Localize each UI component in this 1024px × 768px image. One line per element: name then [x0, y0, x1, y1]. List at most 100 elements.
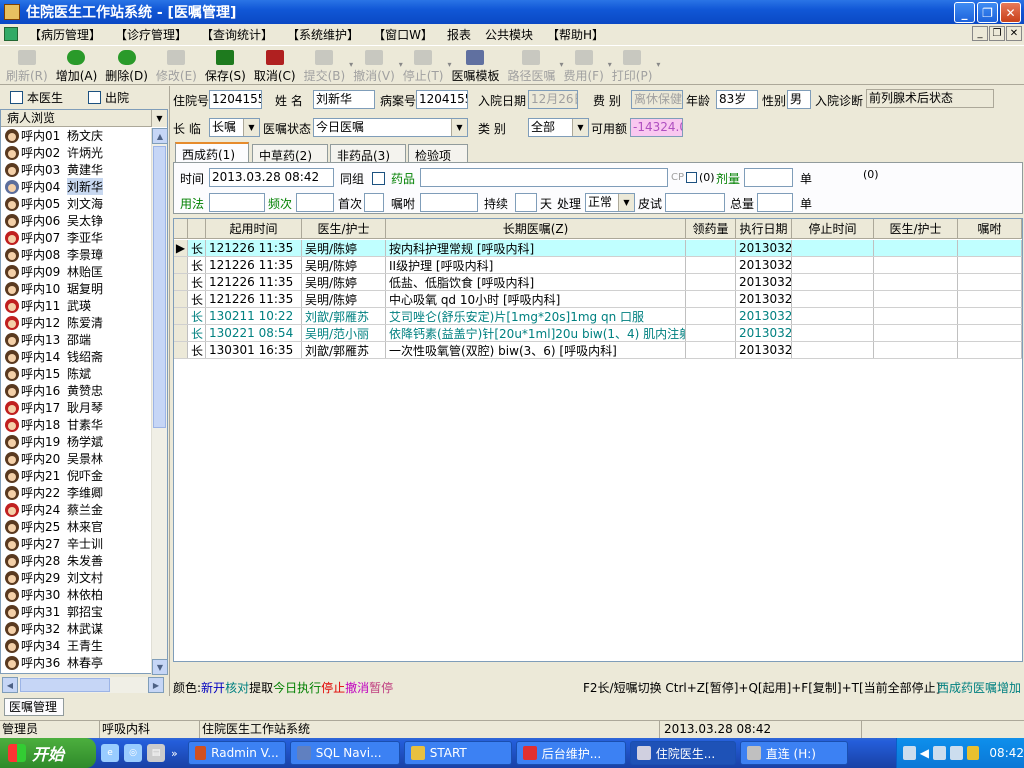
patient-list-vscroll[interactable]: ▲ ▼: [151, 128, 168, 675]
toolbar-button-delete[interactable]: 删除(D): [101, 46, 152, 84]
display-icon[interactable]: [949, 746, 963, 760]
patient-list-item[interactable]: 呼内36 林春亭: [1, 654, 167, 671]
age-field[interactable]: 83岁: [716, 90, 758, 109]
start-button[interactable]: 开始: [0, 738, 96, 768]
grid-column-header[interactable]: [1022, 219, 1023, 238]
scroll-right-icon[interactable]: ▶: [148, 677, 164, 693]
restore-button[interactable]: ❐: [977, 2, 998, 23]
tab-non-drug[interactable]: 非药品(3): [330, 144, 406, 163]
patient-list-item[interactable]: 呼内01 杨文庆: [1, 127, 167, 144]
instruction-field[interactable]: [420, 193, 478, 212]
patient-list-item[interactable]: 呼内06 吴太铮: [1, 212, 167, 229]
tab-western-medicine[interactable]: 西成药(1): [175, 142, 249, 163]
toolbar-button-path[interactable]: 路径医嘱 ▾: [503, 46, 564, 84]
tab-herbal-medicine[interactable]: 中草药(2): [252, 144, 328, 163]
patient-list-item[interactable]: 呼内24 蔡兰金: [1, 501, 167, 518]
grid-column-header[interactable]: [188, 219, 206, 238]
document-icon[interactable]: ▤: [147, 744, 165, 762]
mdi-minimize-button[interactable]: _: [972, 26, 988, 41]
scroll-thumb[interactable]: [20, 678, 110, 692]
handle-select[interactable]: 正常: [585, 193, 635, 212]
tab-order-management[interactable]: 医嘱管理: [4, 698, 64, 716]
patient-list-item[interactable]: 呼内19 杨学斌: [1, 433, 167, 450]
grid-row[interactable]: 长 130211 10:22 刘歆/郭雁苏 艾司唑仑(舒乐安定)片[1mg*20s]1…: [174, 308, 1022, 325]
toolbar-button-cancel[interactable]: 取消(C): [250, 46, 300, 84]
group-checkbox[interactable]: [372, 172, 385, 185]
name-field[interactable]: 刘新华: [313, 90, 375, 109]
toolbar-button-edit[interactable]: 修改(E): [152, 46, 201, 84]
patient-list-item[interactable]: 呼内13 邵端: [1, 331, 167, 348]
patient-list-item[interactable]: 呼内05 刘文海: [1, 195, 167, 212]
taskbar-task[interactable]: 后台维护...: [515, 741, 626, 765]
patient-list-item[interactable]: 呼内20 吴景林: [1, 450, 167, 467]
grid-row[interactable]: 长 130221 08:54 吴明/范小丽 依降钙素(益盖宁)针[20u*1ml]20…: [174, 325, 1022, 342]
minimize-button[interactable]: _: [954, 2, 975, 23]
patient-list-item[interactable]: 呼内32 林武谋: [1, 620, 167, 637]
menu-medical-record[interactable]: 【病历管理】: [22, 26, 108, 43]
menu-system[interactable]: 【系统维护】: [280, 26, 366, 43]
patient-list-item[interactable]: 呼内02 许炳光: [1, 144, 167, 161]
first-dose-field[interactable]: [364, 193, 384, 212]
row-selector[interactable]: [174, 257, 188, 273]
total-field[interactable]: [757, 193, 793, 212]
grid-column-header[interactable]: 医生/护士: [302, 219, 386, 238]
chevron-icon[interactable]: »: [171, 747, 178, 760]
row-selector[interactable]: [174, 325, 188, 341]
menu-treatment[interactable]: 【诊疗管理】: [108, 26, 194, 43]
frequency-field[interactable]: [296, 193, 334, 212]
patient-list-item[interactable]: 呼内15 陈斌: [1, 365, 167, 382]
grid-column-header[interactable]: 嘱咐: [958, 219, 1022, 238]
patient-list-item[interactable]: 呼内25 林来官: [1, 518, 167, 535]
dropdown-arrow-icon[interactable]: ▾: [656, 60, 660, 69]
grid-column-header[interactable]: 起用时间: [206, 219, 302, 238]
menu-report[interactable]: 报表: [440, 26, 478, 43]
scroll-right-icon[interactable]: ▶: [1008, 661, 1023, 662]
patient-list-item[interactable]: 呼内28 朱发善: [1, 552, 167, 569]
patient-list-item[interactable]: 呼内22 李维卿: [1, 484, 167, 501]
row-selector[interactable]: [174, 342, 188, 358]
grid-row[interactable]: ▶ 长 121226 11:35 吴明/陈婷 按内科护理常规 [呼吸内科] 2013032…: [174, 240, 1022, 257]
time-field[interactable]: 2013.03.28 08:42: [209, 168, 334, 187]
toolbar-button-stop[interactable]: 停止(T) ▾: [399, 46, 451, 84]
taskbar-task[interactable]: Radmin V...: [187, 741, 286, 765]
explorer-icon[interactable]: ◎: [124, 744, 142, 762]
order-kind-select[interactable]: 长嘱: [209, 118, 260, 137]
patient-list-item[interactable]: 呼内08 李景璋: [1, 246, 167, 263]
toolbar-button-submit[interactable]: 提交(B) ▾: [300, 46, 353, 84]
patient-list-item[interactable]: 呼内27 辛士训: [1, 535, 167, 552]
patient-list-hscroll[interactable]: ◀ ▶: [2, 677, 164, 693]
toolbar-button-template[interactable]: 医嘱模板: [447, 46, 503, 84]
only-my-patients-checkbox[interactable]: 本医生: [10, 89, 63, 106]
record-no-field[interactable]: 1204155: [416, 90, 468, 109]
grid-column-header[interactable]: [174, 219, 188, 238]
patient-list[interactable]: 病人浏览 呼内01 杨文庆呼内02 许炳光呼内03 黄建华呼内04 刘新华呼内05 刘文海…: [0, 109, 168, 675]
patient-list-item[interactable]: 呼内31 郭招宝: [1, 603, 167, 620]
taskbar-task[interactable]: 住院医生...: [629, 741, 736, 765]
toolbar-button-add[interactable]: 增加(A): [52, 46, 102, 84]
patient-list-item[interactable]: 呼内07 李亚华: [1, 229, 167, 246]
patient-list-item[interactable]: 呼内29 刘文村: [1, 569, 167, 586]
grid-hscroll[interactable]: ◀ ▶: [174, 661, 1023, 662]
grid-row[interactable]: 长121226 11:35吴明/陈婷II级护理 [呼吸内科] 20130327 12…: [174, 257, 1022, 274]
patient-list-item[interactable]: 呼内21 倪吓金: [1, 467, 167, 484]
grid-column-header[interactable]: 停止时间: [792, 219, 874, 238]
category-select[interactable]: 全部: [528, 118, 589, 137]
menu-public[interactable]: 公共模块: [478, 26, 540, 43]
patient-list-item[interactable]: 呼内30 林依柏: [1, 586, 167, 603]
keyboard-icon[interactable]: [903, 746, 916, 760]
skin-test-field[interactable]: [665, 193, 725, 212]
menu-query[interactable]: 【查询统计】: [194, 26, 280, 43]
mdi-restore-button[interactable]: ❐: [989, 26, 1005, 41]
taskbar-task[interactable]: 直连 (H:): [739, 741, 848, 765]
drug-field[interactable]: [420, 168, 668, 187]
menu-help[interactable]: 【帮助H】: [540, 26, 611, 43]
row-selector[interactable]: [174, 274, 188, 290]
toolbar-button-print[interactable]: 打印(P) ▾: [608, 46, 660, 84]
document-icon[interactable]: [4, 27, 18, 41]
toolbar-button-undo[interactable]: 撤消(V) ▾: [349, 46, 403, 84]
patient-list-item[interactable]: 呼内14 钱绍斋: [1, 348, 167, 365]
order-status-select[interactable]: 今日医嘱: [313, 118, 468, 137]
ie-icon[interactable]: e: [101, 744, 119, 762]
grid-row[interactable]: 长 130301 16:35 刘歆/郭雁苏 一次性吸氧管(双腔) biw(3、6) […: [174, 342, 1022, 359]
admission-no-field[interactable]: 1204155: [209, 90, 262, 109]
